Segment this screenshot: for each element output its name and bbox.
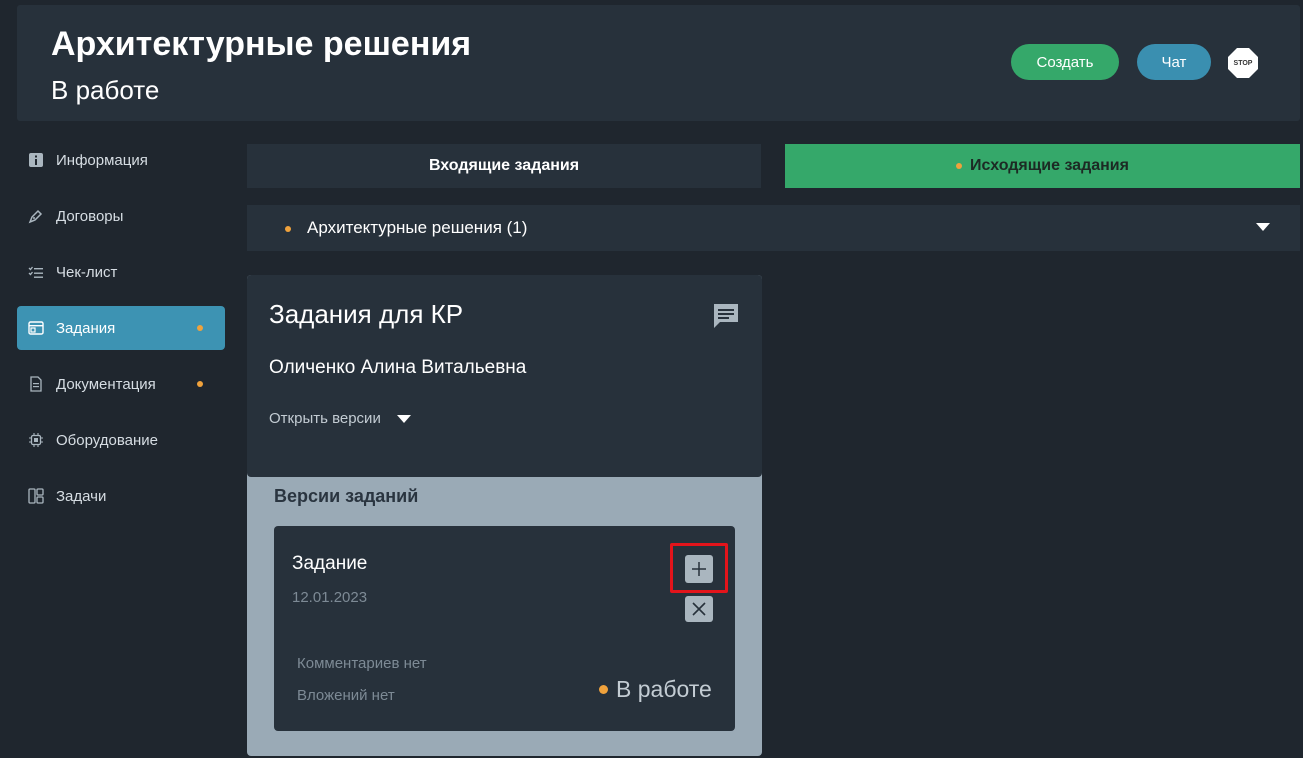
pen-icon [27, 207, 45, 225]
sidebar-item-label: Чек-лист [56, 263, 118, 281]
version-status: В работе [599, 676, 712, 703]
stop-icon[interactable]: STOP [1228, 48, 1258, 78]
board-icon [27, 487, 45, 505]
open-versions-toggle[interactable]: Открыть версии [269, 410, 411, 427]
checklist-icon [27, 263, 45, 281]
info-icon [27, 151, 45, 169]
version-status-label: В работе [616, 676, 712, 702]
assignee-name: Оличенко Алина Витальевна [269, 357, 527, 378]
comments-status: Комментариев нет [297, 655, 427, 672]
version-title: Задание [292, 553, 368, 574]
sidebar-item-label: Документация [56, 375, 156, 393]
notification-dot [197, 381, 203, 387]
sidebar-item-label: Задачи [56, 487, 107, 505]
notification-dot [197, 325, 203, 331]
notification-dot [285, 226, 291, 232]
attachments-status: Вложений нет [297, 687, 395, 704]
chip-icon [27, 431, 45, 449]
section-accordion[interactable]: Архитектурные решения (1) [247, 205, 1300, 251]
comment-icon[interactable] [711, 301, 741, 331]
page-title: Архитектурные решения [51, 25, 472, 63]
notification-dot [956, 163, 963, 169]
sidebar-item-checklist[interactable]: Чек-лист [17, 250, 225, 294]
create-button[interactable]: Создать [1011, 44, 1119, 80]
open-versions-label: Открыть версии [269, 410, 381, 427]
section-label: Архитектурные решения (1) [307, 218, 528, 237]
task-card-title: Задания для КР [269, 299, 464, 329]
chevron-down-icon [396, 414, 411, 423]
versions-title: Версии заданий [274, 486, 419, 506]
page-subtitle: В работе [51, 75, 160, 105]
version-card: Задание 12.01.2023 Комментариев нет Влож… [274, 526, 735, 731]
sidebar-item-contracts[interactable]: Договоры [17, 194, 225, 238]
page-header: Архитектурные решения В работе Создать Ч… [17, 5, 1300, 121]
window-icon [27, 319, 45, 337]
sidebar-item-label: Информация [56, 151, 148, 169]
tab-outgoing[interactable]: Исходящие задания [785, 144, 1300, 188]
sidebar-item-label: Договоры [56, 207, 124, 225]
sidebar-item-label: Задания [56, 319, 116, 337]
sidebar-item-tasks-active[interactable]: Задания [17, 306, 225, 350]
task-card-header: Задания для КР Оличенко Алина Витальевна… [247, 275, 762, 477]
sidebar-item-label: Оборудование [56, 431, 159, 449]
sidebar-item-tasks-board[interactable]: Задачи [17, 474, 225, 518]
status-dot [599, 685, 608, 694]
sidebar-item-equipment[interactable]: Оборудование [17, 418, 225, 462]
document-icon [27, 375, 45, 393]
plus-icon [692, 562, 706, 576]
tab-outgoing-label: Исходящие задания [970, 157, 1129, 174]
tab-incoming[interactable]: Входящие задания [247, 144, 761, 188]
sidebar-item-info[interactable]: Информация [17, 138, 225, 182]
delete-button[interactable] [685, 596, 713, 622]
add-button[interactable] [685, 555, 713, 583]
sidebar-item-documentation[interactable]: Документация [17, 362, 225, 406]
sidebar: Информация Договоры Чек-лист Задания Док… [17, 138, 225, 530]
task-card: Задания для КР Оличенко Алина Витальевна… [247, 275, 762, 756]
chevron-down-icon[interactable] [1256, 223, 1270, 231]
version-date: 12.01.2023 [292, 589, 368, 606]
tab-incoming-label: Входящие задания [428, 157, 580, 174]
chat-button[interactable]: Чат [1137, 44, 1211, 80]
close-icon [692, 602, 706, 616]
